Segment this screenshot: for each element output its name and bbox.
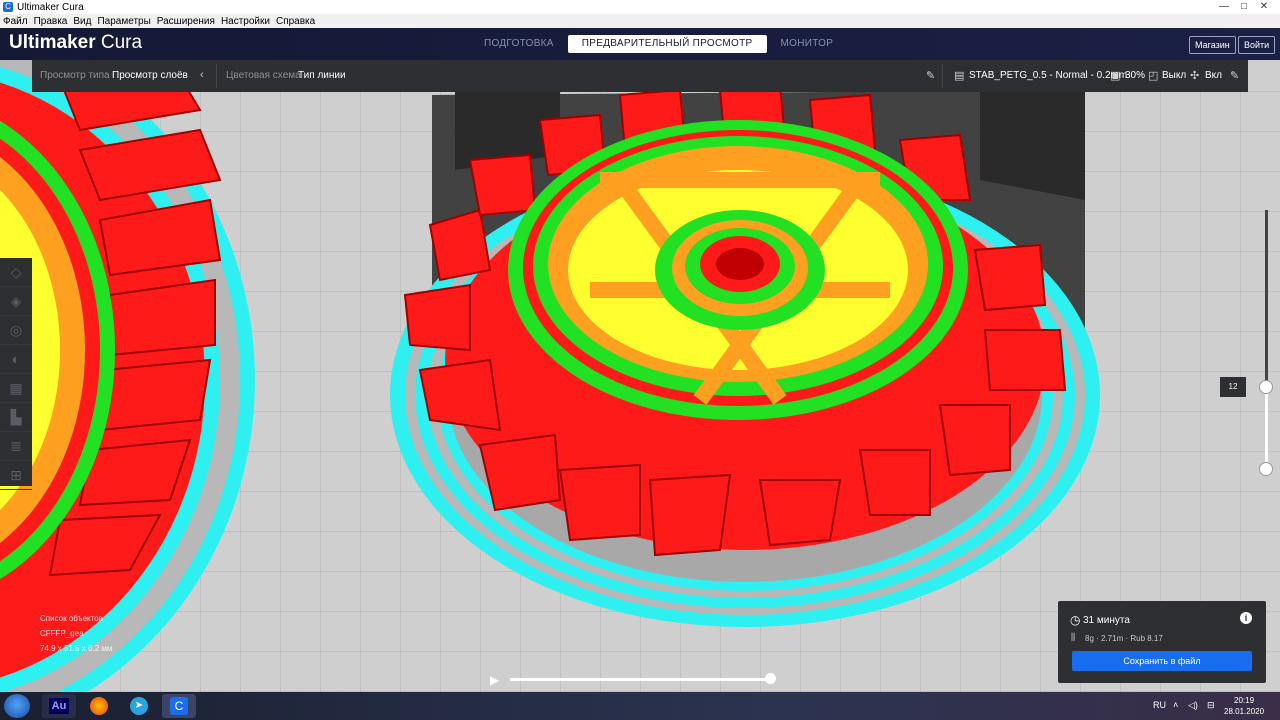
menu-settings[interactable]: Параметры <box>94 16 153 27</box>
windows-taskbar: Au ➤ C RU ˄ ◁) ⊟ 20:19 28.01.2020 <box>0 692 1280 720</box>
maximize-button[interactable]: □ <box>1234 0 1254 14</box>
clock-icon: ◷ <box>1070 613 1081 627</box>
stage-tabs: ПОДГОТОВКА ПРЕДВАРИТЕЛЬНЫЙ ПРОСМОТР МОНИ… <box>470 35 847 53</box>
menu-bar: Файл Правка Вид Параметры Расширения Нас… <box>0 14 1280 29</box>
tab-preview[interactable]: ПРЕДВАРИТЕЛЬНЫЙ ПРОСМОТР <box>567 35 767 53</box>
per-model-settings-icon[interactable]: ▦ <box>0 374 32 403</box>
adhesion-icon: ✣ <box>1190 70 1200 82</box>
print-info-panel: ◷ 31 минута i ⫼ 8g · 2.71m · Rub 8.17 Со… <box>1058 601 1266 683</box>
support-value[interactable]: Выкл <box>1162 70 1186 81</box>
object-name: CFFFP_gea <box>40 629 84 638</box>
extra-tool-icon[interactable]: ⊞ <box>0 461 32 490</box>
print-time: 31 минута <box>1083 615 1130 626</box>
layer-slider-bottom-handle[interactable] <box>1259 462 1273 476</box>
telegram-icon[interactable]: ➤ <box>122 694 156 718</box>
layer-number-input[interactable]: 12 <box>1220 377 1246 397</box>
left-toolbar: ◇ ◈ ◎ ◐ ▦ ▙ ≣ ⊞ <box>0 258 32 490</box>
audition-icon[interactable]: Au <box>42 694 76 718</box>
info-icon[interactable]: i <box>1240 612 1252 624</box>
play-icon[interactable]: ▶ <box>490 673 499 687</box>
layer-slider-top-handle[interactable] <box>1259 380 1273 394</box>
support-blocker-icon[interactable]: ▙ <box>0 403 32 432</box>
path-slider[interactable] <box>510 673 776 684</box>
infill-value[interactable]: 30% <box>1125 70 1145 81</box>
color-scheme-label: Цветовая схема <box>226 70 301 81</box>
scale-tool-icon[interactable]: ◈ <box>0 287 32 316</box>
save-to-file-button[interactable]: Сохранить в файл <box>1072 651 1252 671</box>
close-button[interactable]: ✕ <box>1254 0 1274 14</box>
pencil-icon[interactable]: ✎ <box>926 69 935 82</box>
material-icon: ⫼ <box>1071 632 1076 642</box>
layer-slider-range <box>1265 386 1268 470</box>
tray-time: 20:19 <box>1234 696 1255 705</box>
language-indicator[interactable]: RU <box>1153 700 1166 710</box>
firefox-icon[interactable] <box>82 694 116 718</box>
menu-file[interactable]: Файл <box>0 16 31 27</box>
view-toolbar: Просмотр типа Просмотр слоёв ‹ Цветовая … <box>32 60 1248 92</box>
3d-viewport[interactable] <box>0 60 1280 692</box>
color-scheme-dropdown[interactable]: Тип линии <box>298 70 346 81</box>
tab-monitor[interactable]: МОНИТОР <box>767 35 848 53</box>
path-slider-handle[interactable] <box>765 673 776 684</box>
view-type-label: Просмотр типа <box>40 70 110 81</box>
sign-in-button[interactable]: Войти <box>1238 36 1276 54</box>
profile-selector[interactable]: STAB_PETG_0.5 - Normal - 0.2mm <box>969 70 1127 81</box>
layer-slider-track[interactable] <box>1265 210 1268 470</box>
view-type-dropdown[interactable]: Просмотр слоёв <box>112 70 188 81</box>
edit-settings-icon[interactable]: ✎ <box>1230 69 1239 82</box>
tray-clock[interactable]: 20:19 28.01.2020 <box>1224 695 1264 717</box>
volume-icon[interactable]: ◁) <box>1188 700 1198 711</box>
menu-view[interactable]: Вид <box>70 16 94 27</box>
network-icon[interactable]: ⊟ <box>1207 700 1215 711</box>
menu-edit[interactable]: Правка <box>31 16 71 27</box>
cura-taskbar-icon[interactable]: C <box>162 694 196 718</box>
move-tool-icon[interactable]: ◇ <box>0 258 32 287</box>
layer-tool-icon[interactable]: ≣ <box>0 432 32 461</box>
menu-preferences[interactable]: Настройки <box>218 16 273 27</box>
cura-logo: Ultimaker Cura <box>9 32 143 53</box>
cura-header: Ultimaker Cura ПОДГОТОВКА ПРЕДВАРИТЕЛЬНЫ… <box>0 28 1280 60</box>
object-list-toggle[interactable]: Список объектов <box>40 614 112 623</box>
layer-preview-scene <box>0 60 1100 692</box>
object-info: Список объектов CFFFP_gea 74.9 x 51.5 x … <box>40 614 112 659</box>
rotate-tool-icon[interactable]: ◎ <box>0 316 32 345</box>
menu-help[interactable]: Справка <box>273 16 318 27</box>
minimize-button[interactable]: — <box>1214 0 1234 14</box>
start-button[interactable] <box>4 694 30 718</box>
tray-date: 28.01.2020 <box>1224 707 1265 716</box>
object-dimensions: 74.9 x 51.5 x 6.2 мм <box>40 644 113 653</box>
tray-expand-icon[interactable]: ˄ <box>1173 700 1178 710</box>
window-title: Ultimaker Cura <box>17 1 84 13</box>
window-title-bar: C Ultimaker Cura — □ ✕ <box>0 0 1280 14</box>
mirror-tool-icon[interactable]: ◐ <box>0 345 32 374</box>
chevron-left-icon[interactable]: ‹ <box>200 69 204 81</box>
adhesion-value[interactable]: Вкл <box>1205 70 1222 81</box>
marketplace-button[interactable]: Магазин <box>1189 36 1236 54</box>
support-icon: ◰ <box>1148 70 1159 82</box>
material-estimate: 8g · 2.71m · Rub 8.17 <box>1085 634 1163 643</box>
cura-app-icon: C <box>3 2 13 12</box>
infill-icon: ▣ <box>1110 70 1121 82</box>
printer-icon: ▤ <box>954 70 965 82</box>
tab-prepare[interactable]: ПОДГОТОВКА <box>470 35 568 53</box>
menu-extensions[interactable]: Расширения <box>154 16 218 27</box>
